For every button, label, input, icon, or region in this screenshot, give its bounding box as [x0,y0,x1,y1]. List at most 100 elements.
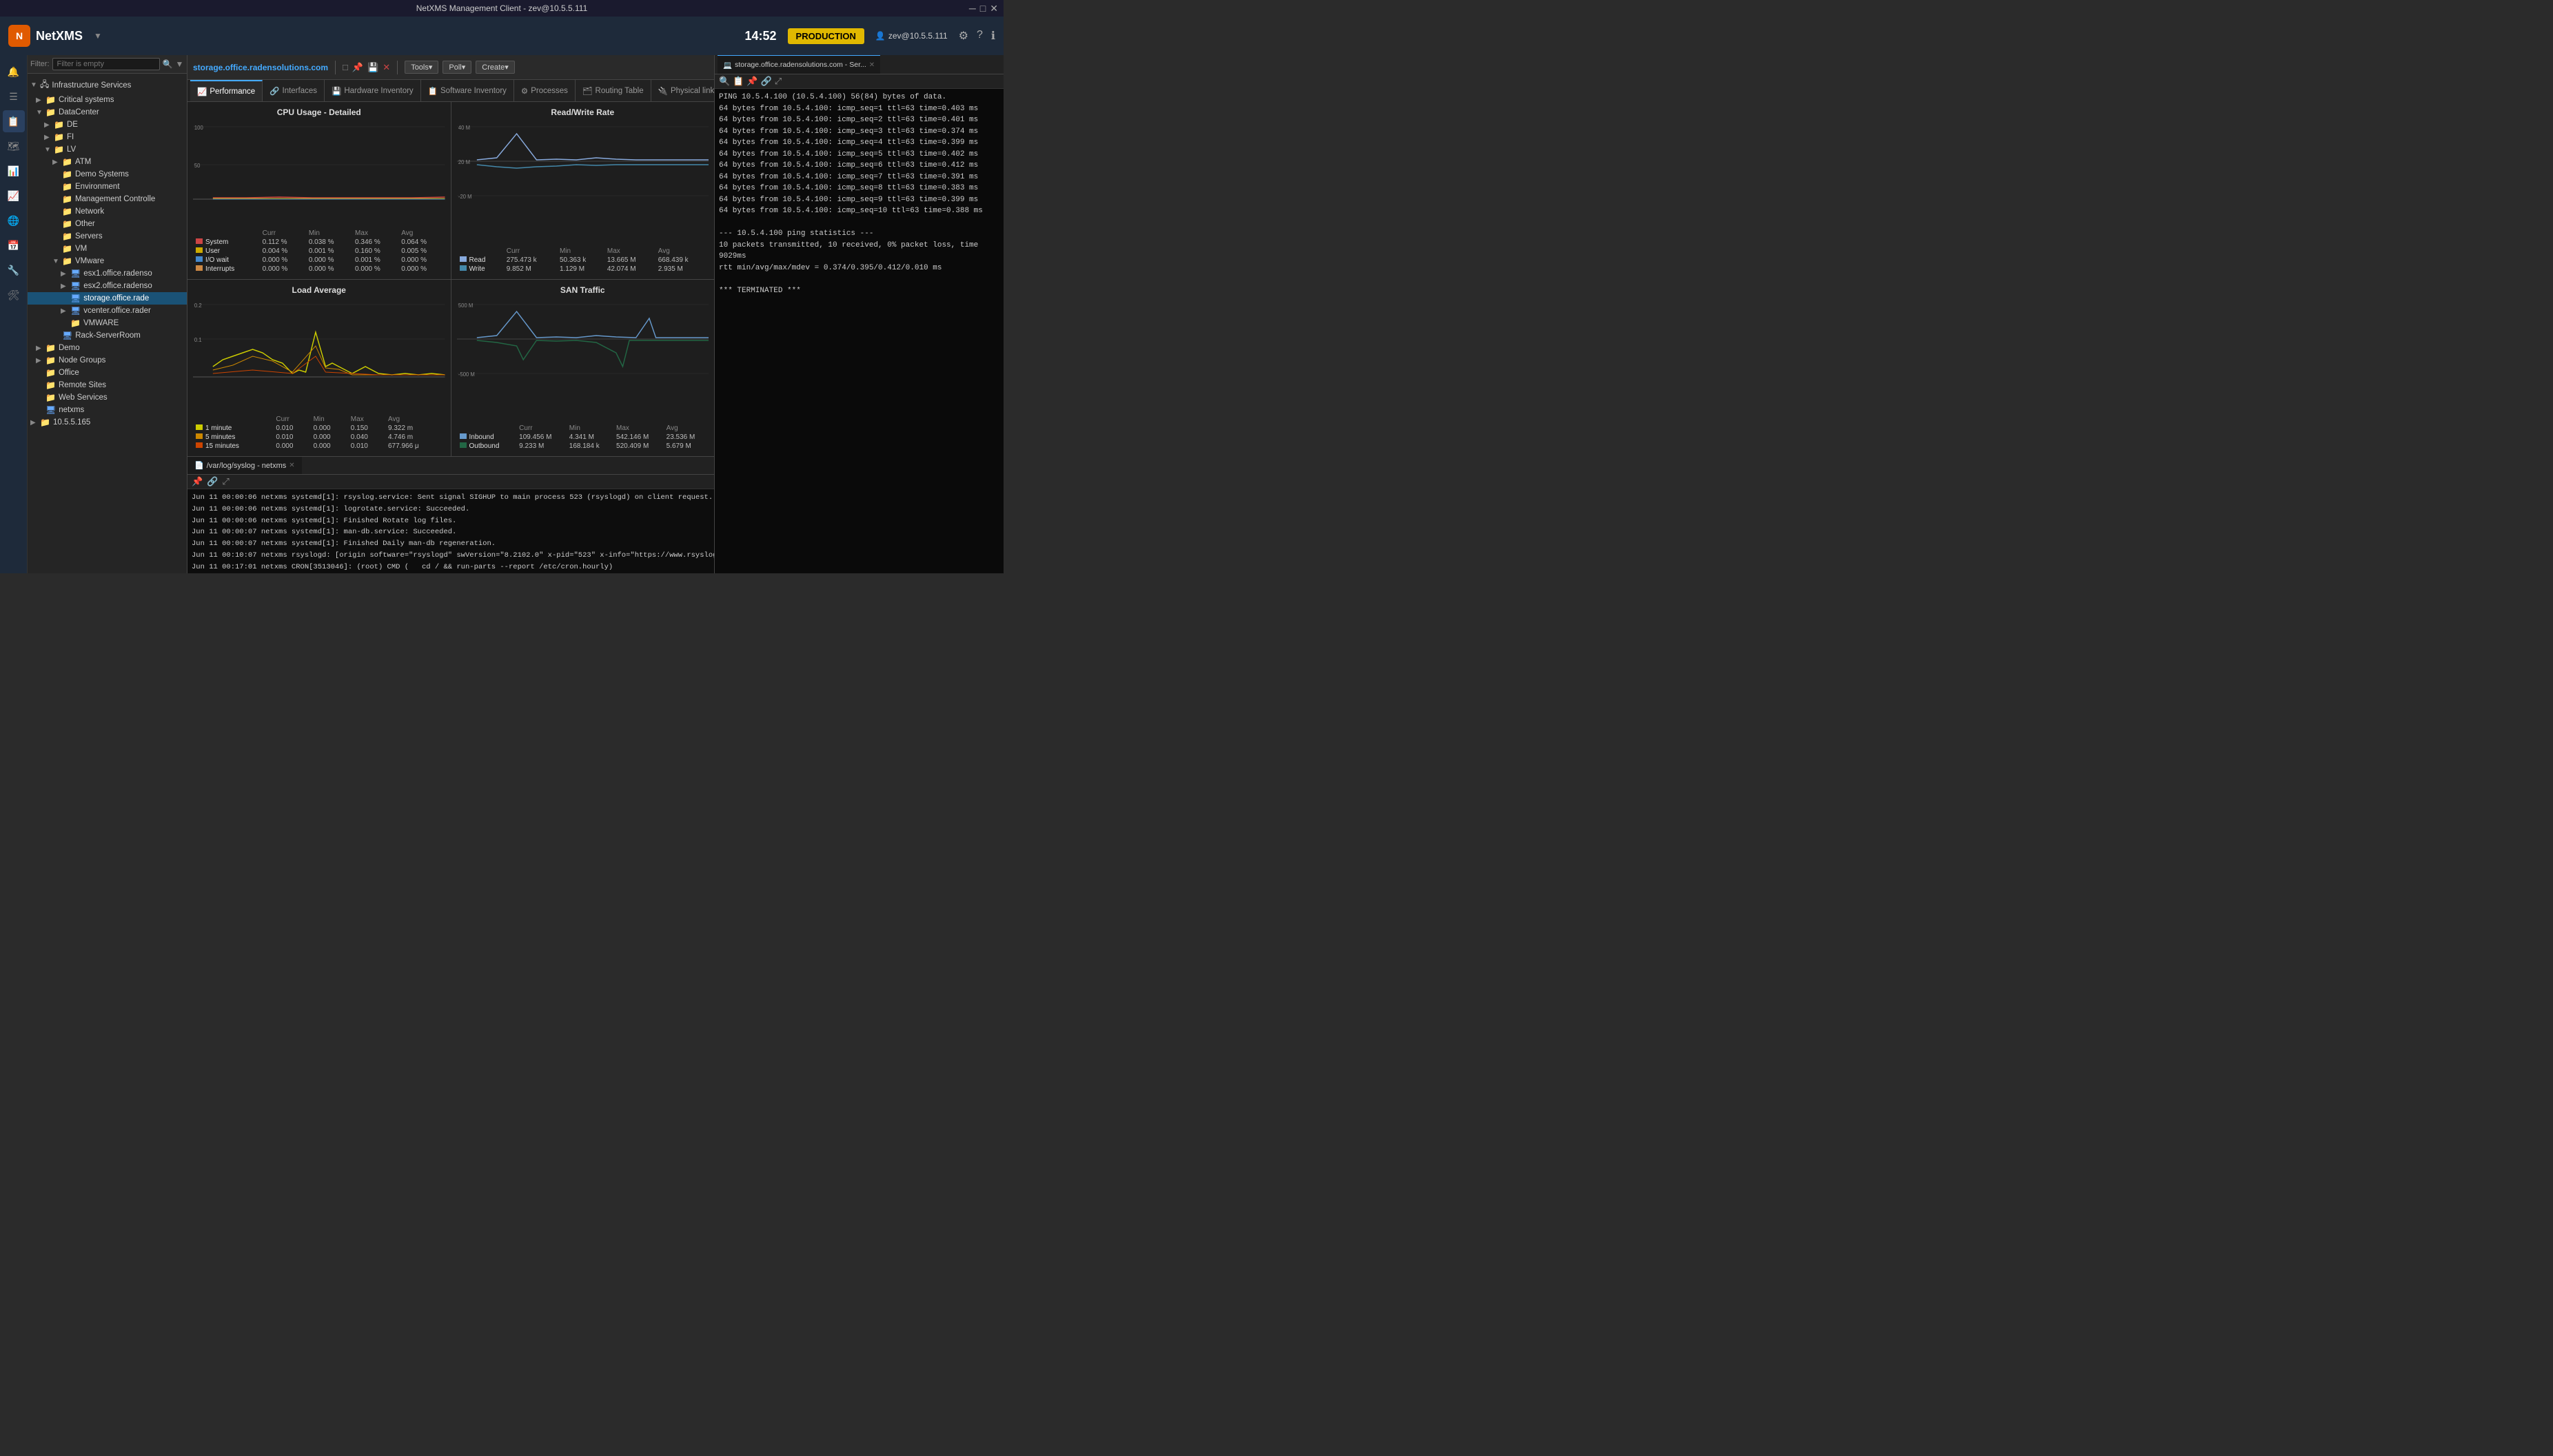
tools-button[interactable]: Tools▾ [405,61,438,74]
window-icon[interactable]: □ [343,62,348,72]
bottom-panel-toolbar: 📌 🔗 ⤢ [187,475,714,489]
nav-icons[interactable]: ⚙ ? ℹ [959,29,995,43]
cpu-chart-panel: CPU Usage - Detailed 100 50 [187,102,451,279]
maximize-button[interactable]: □ [980,3,986,14]
help-icon[interactable]: ? [977,29,983,43]
tab-processes[interactable]: ⚙ Processes [514,80,576,101]
tab-performance[interactable]: 📈 Performance [190,80,263,101]
tree-item-servers[interactable]: 📁 Servers [28,230,187,243]
svg-text:20 M: 20 M [458,159,469,165]
tab-interfaces[interactable]: 🔗 Interfaces [263,80,325,101]
tree-item-other[interactable]: 📁 Other [28,218,187,230]
tree-filter-bar: Filter: 🔍 ▼ ✕ [28,55,187,74]
tree-item-critical[interactable]: ▶ 📁 Critical systems [28,94,187,106]
tree-item-vm[interactable]: 📁 VM [28,243,187,255]
sidebar-btn-charts[interactable]: 📊 [3,160,25,182]
tree-item-datacenter[interactable]: ▼ 📁 DataCenter [28,106,187,119]
tree-item-environment[interactable]: 📁 Environment [28,181,187,193]
terminal-tab-close[interactable]: ✕ [869,61,875,69]
icon-sidebar: 🔔 ☰ 📋 🗺 📊 📈 🌐 📅 🔧 🛠 [0,55,28,573]
funnel-icon[interactable]: ▼ [175,59,183,69]
tree-item-lv[interactable]: ▼ 📁 LV [28,143,187,156]
svg-text:-500 M: -500 M [458,371,474,377]
svg-text:100: 100 [194,125,203,131]
nav-dropdown-icon[interactable]: ▼ [94,31,102,41]
terminal-expand-icon[interactable]: ⤢ [775,76,782,87]
log-link-icon[interactable]: 🔗 [207,476,218,487]
load-chart-title: Load Average [193,285,445,295]
minimize-button[interactable]: ─ [969,3,976,14]
syslog-tab-icon: 📄 [194,461,204,470]
tree-item-webservices[interactable]: 📁 Web Services [28,391,187,404]
readwrite-chart-svg: 40 M 20 M -20 M 11:06 11:40 12:13 12:46 … [457,120,709,244]
toolbar-separator [335,61,336,74]
terminal-copy-icon[interactable]: 📋 [733,76,744,87]
tab-performance-label: Performance [210,88,255,96]
tree-item-demo[interactable]: ▶ 📁 Demo [28,342,187,354]
tree-item-storage[interactable]: 🖥 storage.office.rade [28,292,187,305]
readwrite-chart-panel: Read/Write Rate 40 M 20 M -20 M 11:06 [451,102,715,279]
tree-item-nodegroups[interactable]: ▶ 📁 Node Groups [28,354,187,367]
syslog-tab-label: /var/log/syslog - netxms [207,462,287,470]
env-badge: PRODUCTION [788,28,864,44]
sidebar-btn-config[interactable]: 🔧 [3,259,25,281]
sidebar-btn-network[interactable]: ☰ [3,85,25,107]
terminal-link-icon[interactable]: 🔗 [761,76,772,87]
tree-item-fi[interactable]: ▶ 📁 FI [28,131,187,143]
hardware-icon: 💾 [332,86,341,96]
terminal-pin-icon[interactable]: 📌 [746,76,757,87]
tree-item-mgmt[interactable]: 📁 Management Controlle [28,193,187,205]
tree-item-vmware[interactable]: ▼ 📁 VMware [28,255,187,267]
terminal-search-icon[interactable]: 🔍 [719,76,730,87]
nav-user: 👤 zev@10.5.5.111 [875,31,948,41]
log-pin-icon[interactable]: 📌 [192,476,203,487]
tree-item-vmware2[interactable]: 📁 VMWARE [28,317,187,329]
bottom-tab-syslog[interactable]: 📄 /var/log/syslog - netxms ✕ [187,457,302,474]
tree-item-office[interactable]: 📁 Office [28,367,187,379]
settings-icon[interactable]: ⚙ [959,29,968,43]
right-tab-terminal[interactable]: 💻 storage.office.radensolutions.com - Se… [718,55,880,74]
tree-item-ip[interactable]: ▶ 📁 10.5.5.165 [28,416,187,429]
san-chart-panel: SAN Traffic 500 M -500 M 11:06 11:40 [451,280,715,457]
tree-item-network[interactable]: 📁 Network [28,205,187,218]
sidebar-btn-alerts[interactable]: 🔔 [3,61,25,83]
filter-input[interactable] [52,58,160,70]
sidebar-btn-globe[interactable]: 🌐 [3,209,25,232]
pin-icon[interactable]: 📌 [352,62,363,73]
tree-item-atm[interactable]: ▶ 📁 ATM [28,156,187,168]
expand-infrastructure[interactable]: ▼ [30,81,39,89]
tab-software[interactable]: 📋 Software Inventory [421,80,514,101]
sidebar-btn-reports[interactable]: 📈 [3,185,25,207]
right-panel: 💻 storage.office.radensolutions.com - Se… [714,55,1004,573]
tree-item-de[interactable]: ▶ 📁 DE [28,119,187,131]
sidebar-btn-tools[interactable]: 🛠 [3,284,25,306]
tree-item-rackserver[interactable]: 🖥 Rack-ServerRoom [28,329,187,342]
sidebar-btn-map[interactable]: 🗺 [3,135,25,157]
sidebar-btn-tree[interactable]: 📋 [3,110,25,132]
save-icon[interactable]: 💾 [367,62,378,73]
info-icon[interactable]: ℹ [991,29,995,43]
tab-physical[interactable]: 🔌 Physical links [651,80,714,101]
terminal-tab-label: storage.office.radensolutions.com - Ser.… [735,61,866,69]
tree-item-remotesites[interactable]: 📁 Remote Sites [28,379,187,391]
bottom-panel-tabs: 📄 /var/log/syslog - netxms ✕ [187,457,714,475]
poll-button[interactable]: Poll▾ [443,61,471,74]
tab-hardware[interactable]: 💾 Hardware Inventory [325,80,421,101]
log-expand-icon[interactable]: ⤢ [222,476,229,487]
syslog-tab-close[interactable]: ✕ [289,462,294,469]
tree-item-infrastructure[interactable]: ▼ 🖧 Infrastructure Services [28,76,187,94]
window-controls[interactable]: ─ □ ✕ [969,3,998,14]
tree-item-vcenter[interactable]: ▶ 🖥 vcenter.office.rader [28,305,187,317]
sidebar-btn-events[interactable]: 📅 [3,234,25,256]
create-button[interactable]: Create▾ [476,61,515,74]
filter-icon[interactable]: 🔍 [163,59,173,69]
close-button[interactable]: ✕ [990,3,998,14]
logo-icon: N [8,25,30,47]
close-content-icon[interactable]: ✕ [383,62,390,73]
tree-item-esx2[interactable]: ▶ 🖥 esx2.office.radenso [28,280,187,292]
tree-item-demosystems[interactable]: 📁 Demo Systems [28,168,187,181]
tab-routing[interactable]: 🗂 Routing Table [576,80,651,101]
tree-item-esx1[interactable]: ▶ 🖥 esx1.office.radenso [28,267,187,280]
tree-item-netxms[interactable]: 🖥 netxms [28,404,187,416]
svg-text:40 M: 40 M [458,125,469,131]
